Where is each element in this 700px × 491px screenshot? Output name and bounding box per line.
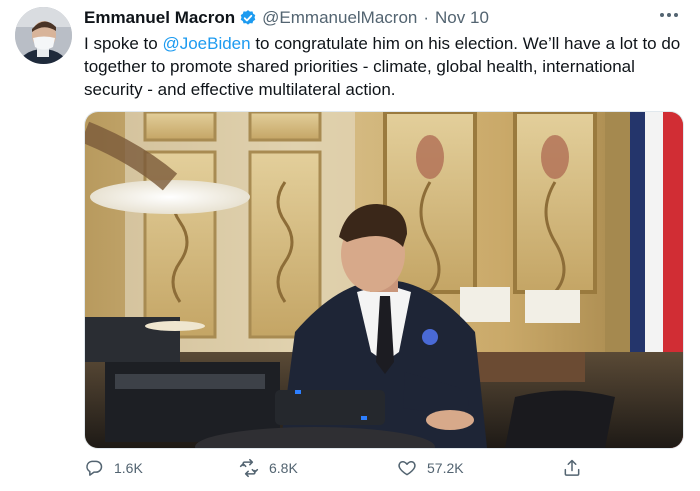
- more-options-icon[interactable]: [660, 8, 684, 22]
- like-count: 57.2K: [427, 460, 464, 476]
- like-button[interactable]: 57.2K: [397, 456, 464, 480]
- author-handle[interactable]: @EmmanuelMacron: [262, 8, 417, 28]
- tweet-text: I spoke to @JoeBiden to congratulate him…: [84, 32, 684, 101]
- author-name[interactable]: Emmanuel Macron: [84, 8, 235, 28]
- retweet-count: 6.8K: [269, 460, 298, 476]
- verified-badge-icon: [240, 10, 256, 25]
- tweet-text-start: I spoke to: [84, 34, 163, 53]
- reply-count: 1.6K: [114, 460, 143, 476]
- author-avatar[interactable]: [15, 7, 72, 64]
- reply-button[interactable]: 1.6K: [84, 456, 143, 480]
- retweet-button[interactable]: 6.8K: [239, 456, 298, 480]
- tweet-header: Emmanuel Macron @EmmanuelMacron · Nov 10: [84, 6, 630, 30]
- tweet-photo[interactable]: [84, 111, 684, 449]
- share-button[interactable]: [562, 456, 582, 480]
- avatar-photo: [15, 7, 72, 64]
- tweet-actions: 1.6K 6.8K 57.2K: [84, 456, 604, 480]
- photo-scene: [85, 112, 683, 448]
- separator-dot: ·: [423, 8, 430, 27]
- share-icon: [564, 459, 580, 476]
- mention-link[interactable]: @JoeBiden: [162, 34, 250, 53]
- retweet-icon: [239, 458, 259, 478]
- like-icon: [398, 461, 416, 476]
- reply-icon: [86, 460, 103, 476]
- tweet-date[interactable]: Nov 10: [435, 8, 489, 28]
